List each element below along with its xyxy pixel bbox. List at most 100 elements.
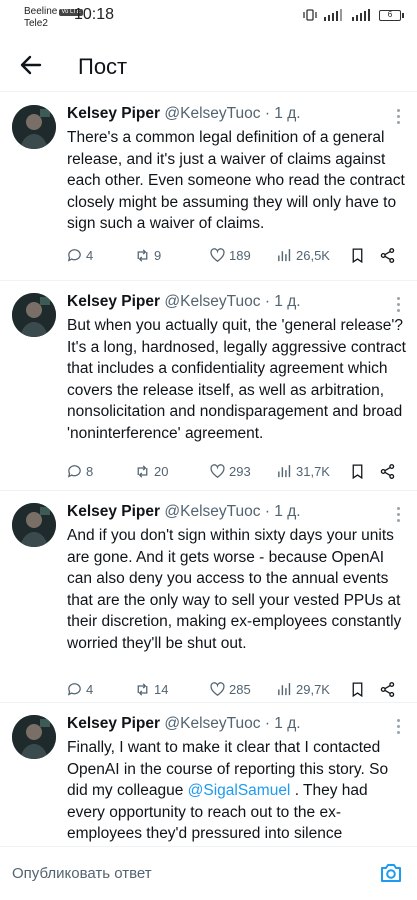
avatar[interactable]	[12, 715, 56, 759]
repost-button[interactable]: 20	[134, 461, 168, 481]
bookmark-button[interactable]	[349, 679, 366, 699]
repost-icon	[137, 248, 148, 262]
reply-icon	[67, 464, 81, 478]
reply-icon	[67, 682, 81, 696]
author-name[interactable]: Kelsey Piper	[67, 503, 160, 520]
author-handle[interactable]: @KelseyTuoc	[164, 293, 260, 310]
tweet-actions: 4 9 189 26,5K	[66, 245, 406, 265]
avatar[interactable]	[12, 503, 56, 547]
views-count: 31,7K	[296, 463, 330, 479]
back-button[interactable]	[14, 50, 48, 80]
bookmark-button[interactable]	[349, 245, 366, 265]
bookmark-button[interactable]	[349, 461, 366, 481]
avatar-image	[12, 105, 56, 149]
share-icon	[380, 681, 395, 697]
views-count: 29,7K	[296, 681, 330, 697]
tweet-text: And if you don't sign within sixty days …	[67, 527, 402, 652]
reply-count: 4	[86, 247, 94, 263]
tweet-text: There's a common legal definition of a g…	[67, 129, 405, 232]
vibrate-icon	[303, 9, 317, 21]
views-icon	[278, 248, 291, 261]
tweet-text: But when you actually quit, the 'general…	[67, 317, 406, 442]
tweet-time: · 1 д.	[264, 105, 301, 122]
avatar[interactable]	[12, 105, 56, 149]
post-header: Пост	[0, 40, 417, 92]
reply-count: 4	[86, 681, 94, 697]
system-icons: 6	[303, 9, 404, 21]
more-icon[interactable]	[397, 297, 401, 315]
repost-count: 9	[154, 247, 162, 263]
clock: 10:18	[74, 6, 115, 23]
share-icon	[380, 247, 395, 263]
like-button[interactable]: 285	[209, 679, 251, 699]
signal-icon	[324, 9, 342, 21]
share-button[interactable]	[379, 245, 396, 265]
views-button[interactable]: 29,7K	[276, 679, 330, 699]
arrow-left-icon	[20, 55, 42, 75]
repost-button[interactable]: 9	[134, 245, 161, 265]
tweet-actions: 4 14 285 29,7K	[66, 679, 406, 699]
tweet-time: · 1 д.	[264, 715, 301, 732]
tweet[interactable]: Kelsey Piper @KelseyTuoc · 1 д. There's …	[0, 93, 417, 281]
views-icon	[278, 464, 291, 477]
avatar-image	[12, 293, 56, 337]
like-count: 189	[229, 247, 251, 263]
share-button[interactable]	[379, 679, 396, 699]
tweet-time: · 1 д.	[264, 293, 301, 310]
reply-count: 8	[86, 463, 94, 479]
repost-button[interactable]: 14	[134, 679, 168, 699]
camera-button[interactable]	[379, 861, 403, 885]
reply-input[interactable]	[12, 855, 362, 891]
author-handle[interactable]: @KelseyTuoc	[164, 105, 260, 122]
avatar[interactable]	[12, 293, 56, 337]
like-button[interactable]: 293	[209, 461, 251, 481]
camera-icon	[381, 864, 401, 882]
like-icon	[210, 463, 225, 478]
tweet[interactable]: Kelsey Piper @KelseyTuoc · 1 д. But when…	[0, 281, 417, 491]
reply-bar	[0, 846, 417, 900]
like-icon	[210, 681, 225, 696]
like-button[interactable]: 189	[209, 245, 251, 265]
battery-icon: 6	[379, 9, 404, 21]
views-button[interactable]: 31,7K	[276, 461, 330, 481]
more-icon[interactable]	[397, 109, 401, 127]
signal-2-icon	[352, 9, 370, 21]
tweet-header: Kelsey Piper @KelseyTuoc · 1 д.	[67, 105, 301, 123]
tweet[interactable]: Kelsey Piper @KelseyTuoc · 1 д. And if y…	[0, 491, 417, 703]
like-count: 285	[229, 681, 251, 697]
views-count: 26,5K	[296, 247, 330, 263]
author-name[interactable]: Kelsey Piper	[67, 715, 160, 732]
repost-count: 14	[154, 681, 169, 697]
bookmark-icon	[352, 247, 363, 263]
author-handle[interactable]: @KelseyTuoc	[164, 503, 260, 520]
status-bar: Beeline Vo LTE Tele2 10:18 6	[0, 0, 417, 40]
reply-button[interactable]: 4	[66, 679, 93, 699]
tweet-actions: 8 20 293 31,7K	[66, 461, 406, 481]
tweet-header: Kelsey Piper @KelseyTuoc · 1 д.	[67, 503, 301, 521]
bookmark-icon	[352, 463, 363, 479]
avatar-image	[12, 715, 56, 759]
avatar-image	[12, 503, 56, 547]
share-button[interactable]	[379, 461, 396, 481]
tweet[interactable]: Kelsey Piper @KelseyTuoc · 1 д. Finally,…	[0, 703, 417, 846]
repost-icon	[137, 682, 148, 696]
tweet-header: Kelsey Piper @KelseyTuoc · 1 д.	[67, 293, 301, 311]
author-name[interactable]: Kelsey Piper	[67, 293, 160, 310]
carrier-1: Beeline	[24, 6, 58, 17]
views-button[interactable]: 26,5K	[276, 245, 330, 265]
views-icon	[278, 682, 291, 695]
more-icon[interactable]	[397, 507, 401, 525]
author-handle[interactable]: @KelseyTuoc	[164, 715, 260, 732]
repost-count: 20	[154, 463, 169, 479]
mention-link[interactable]: @SigalSamuel	[188, 782, 291, 799]
repost-icon	[137, 464, 148, 478]
tweet-text: Finally, I want to make it clear that I …	[67, 737, 407, 845]
reply-button[interactable]: 8	[66, 461, 93, 481]
author-name[interactable]: Kelsey Piper	[67, 105, 160, 122]
page-title: Пост	[78, 54, 128, 79]
share-icon	[380, 463, 395, 479]
tweet-time: · 1 д.	[264, 503, 301, 520]
tweet-header: Kelsey Piper @KelseyTuoc · 1 д.	[67, 715, 301, 733]
more-icon[interactable]	[397, 719, 401, 737]
reply-button[interactable]: 4	[66, 245, 93, 265]
